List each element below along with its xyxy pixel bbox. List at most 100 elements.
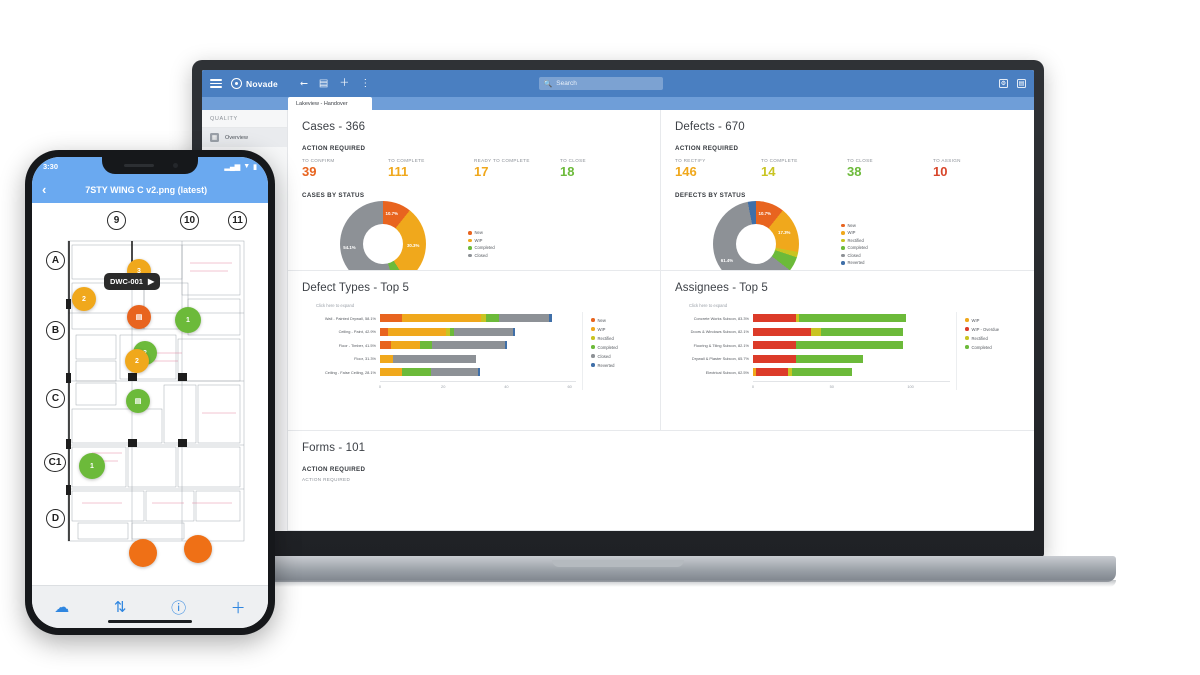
floor-plan-drawing [66,240,245,542]
kpi-to-close: TO CLOSE 38 [847,158,933,179]
bar-row[interactable]: Wall - Painted Drywall, 58.1% [302,312,576,326]
assignees-bar-chart: Concrete Works Subcon, 83.3% Doors & Wind… [675,311,1020,391]
back-arrow-icon[interactable]: ⭠ [300,78,308,89]
legend-item[interactable]: WIP - Overdue [965,327,1020,332]
bar-segment [753,327,812,336]
legend-item[interactable]: WIP [468,238,495,243]
kpi-label: READY TO COMPLETE [474,158,530,163]
floor-plan-viewer[interactable]: 9 10 11 A B C C1 D 2 3 ▤ 1 2 2 ▤ 1 DWC-0… [32,203,268,585]
cases-by-status-heading: CASES BY STATUS [302,192,365,199]
more-vertical-icon[interactable]: ⋮ [360,78,370,89]
battery-icon: ▮ [253,163,257,171]
legend-label: Rectified [597,335,614,341]
phone-notch [102,157,198,174]
legend-label: Reverted [597,362,615,368]
book-icon[interactable]: ▤ [1016,79,1026,88]
bar-track [380,327,576,336]
legend-item[interactable]: Completed [965,345,1020,350]
legend-item[interactable]: Completed [591,345,646,350]
legend-label: Closed [474,252,488,258]
assignees-expand-hint[interactable]: Click here to expand [689,303,1020,308]
legend-color-swatch [841,238,845,242]
tab-strip: Lakeview - Handover [202,97,1034,110]
bar-row[interactable]: Drywall & Plaster Subcon, 65.7% [675,352,950,366]
legend-item[interactable]: New [841,223,868,228]
grid-label-11: 11 [228,211,247,230]
sort-az-icon[interactable]: ⇅ [114,598,127,616]
legend-item[interactable]: Completed [841,245,868,250]
legend-item[interactable]: Closed [591,354,646,359]
plan-pin[interactable]: 1 [79,453,105,479]
bar-row[interactable]: Doors & Windows Subcon, 82.1% [675,325,950,339]
bar-row[interactable]: Concrete Works Subcon, 83.3% [675,312,950,326]
grid-label-b: B [46,321,65,340]
cloud-upload-icon[interactable]: ☁ [54,598,69,616]
legend-color-swatch [841,253,845,257]
legend-item[interactable]: Completed [468,245,495,250]
legend-item[interactable]: Rectified [841,238,868,243]
legend-item[interactable]: WIP [841,230,868,235]
bar-segment [380,341,392,350]
bar-row[interactable]: Ceiling - False Ceiling, 28.1% [302,366,576,380]
donut-hole [363,224,403,264]
grid-label-c: C [46,389,65,408]
kpi-to-assign: TO ASSIGN 10 [933,158,1019,179]
x-axis: 0 20 40 60 [378,381,576,390]
legend-item[interactable]: Closed [468,253,495,258]
kpi-to-close: TO CLOSE 18 [560,158,646,179]
add-icon[interactable]: ＋ [339,78,349,89]
plan-pin[interactable] [129,539,157,567]
legend-item[interactable]: Rectified [591,336,646,341]
legend-color-swatch [841,246,845,250]
legend-item[interactable]: WIP [591,327,646,332]
grid-label-a: A [46,251,65,270]
settings-gear-icon[interactable]: ⚙ [998,79,1008,88]
x-axis-tick: 40 [504,384,509,390]
plan-pin[interactable] [184,535,212,563]
legend-item[interactable]: New [468,230,495,235]
bar-row[interactable]: Flooring & Tiling Subcon, 82.1% [675,339,950,353]
bar-row[interactable]: Floor - Timber, 41.5% [302,339,576,353]
legend-label: Completed [847,245,868,251]
wifi-icon: ▼ [243,163,251,170]
legend-label: WIP - Overdue [971,326,1000,332]
hamburger-menu-icon[interactable] [210,79,222,88]
search-placeholder: Search [556,80,577,87]
legend-item[interactable]: Reverted [841,260,868,265]
bar-category-label: Flooring & Tiling Subcon, 82.1% [693,342,749,348]
play-icon[interactable]: ▶ [148,277,154,286]
plan-pin-clipboard[interactable]: ▤ [126,389,150,413]
plan-pin-clipboard[interactable]: ▤ [127,305,151,329]
add-icon[interactable]: ＋ [231,597,246,618]
bar-row[interactable]: Ceiling - Paint, 42.9% [302,325,576,339]
legend-item[interactable]: Closed [841,253,868,258]
kpi-label: TO CLOSE [560,158,586,163]
plan-pin[interactable]: 2 [72,287,96,311]
sidebar-item-overview[interactable]: ▦ Overview [202,128,287,147]
legend-item[interactable]: New [591,318,646,323]
bar-row[interactable]: Floor, 31.3% [302,352,576,366]
legend-item[interactable]: Reverted [591,363,646,368]
legend-label: New [847,222,856,228]
info-icon[interactable]: ⓘ [171,597,186,618]
grid-label-c1: C1 [44,453,66,472]
bar-segment [380,354,393,363]
plan-pin[interactable]: 1 [175,307,201,333]
search-input[interactable]: 🔍 Search [538,77,663,90]
laptop-lid: Novade ⭠ ▤ ＋ ⋮ 🔍 Search ⚙ ▤ Lakeview - H… [192,60,1044,571]
kpi-to-complete: TO COMPLETE 111 [388,158,474,179]
status-indicators: ▂▄▆ ▼ ▮ [224,163,257,171]
defect-types-expand-hint[interactable]: Click here to expand [316,303,646,308]
save-icon[interactable]: ▤ [319,78,328,89]
tab-lakeview-handover[interactable]: Lakeview - Handover [288,97,372,110]
bar-row[interactable]: Electrical Subcon, 62.5% [675,366,950,380]
kpi-label: TO COMPLETE [761,158,798,163]
legend-item[interactable]: Rectified [965,336,1020,341]
x-axis-tick: 0 [378,384,382,390]
defect-types-bar-chart: Wall - Painted Drywall, 58.1% Ceiling - P… [302,311,646,391]
pin-tooltip[interactable]: DWC-001 ▶ [104,273,161,290]
plan-pin[interactable]: 2 [125,349,149,373]
donut-slice-label: 61.4% [720,257,734,263]
defects-action-required-heading: ACTION REQUIRED [675,145,739,152]
legend-item[interactable]: WIP [965,318,1020,323]
